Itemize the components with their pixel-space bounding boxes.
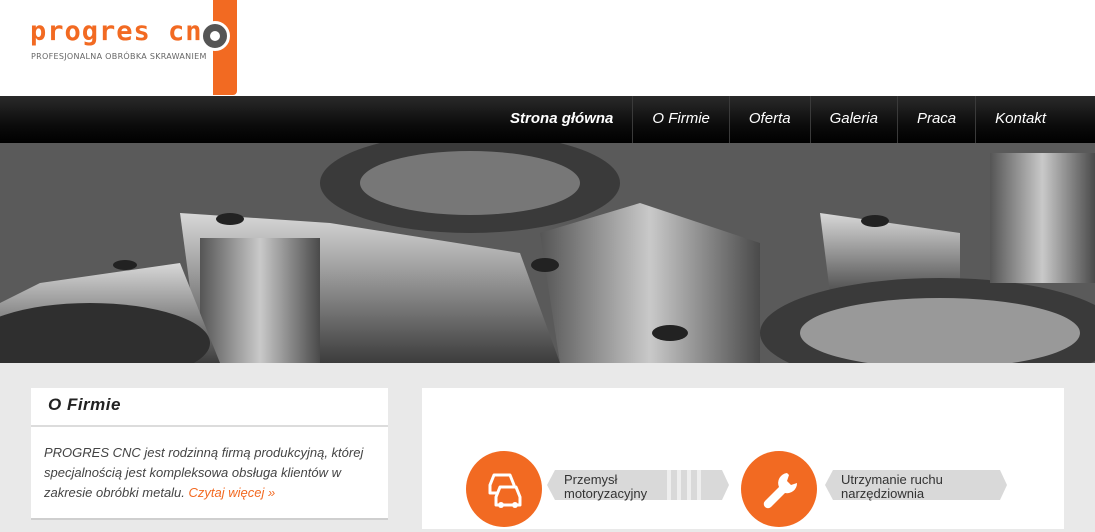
nav-item-contact[interactable]: Kontakt [975,96,1065,143]
read-more-link[interactable]: Czytaj więcej » [189,485,276,500]
divider [31,425,388,427]
nav-item-jobs[interactable]: Praca [896,96,975,143]
services-panel: Przemysł motoryzacyjny Utrzymanie ruchu … [422,388,1064,529]
service-maintenance-label-line2: narzędziownia [841,486,925,501]
main-nav: Strona główna O Firmie Oferta Galeria Pr… [0,96,1095,143]
cars-icon [488,473,522,508]
logo-tagline: PROFESJONALNA OBRÓBKA SKRAWANIEM [31,52,207,61]
service-automotive-label[interactable]: Przemysł motoryzacyjny [564,473,647,501]
wrench-icon [763,473,798,509]
nav-item-about[interactable]: O Firmie [632,96,729,143]
logo-wordmark: progres cnc [30,16,220,47]
service-maintenance-label[interactable]: Utrzymanie ruchu narzędziownia [841,473,943,501]
site-header: progres cnc PROFESJONALNA OBRÓBKA SKRAWA… [0,0,1095,96]
nav-item-offer[interactable]: Oferta [728,96,810,143]
about-text: PROGRES CNC jest rodzinną firmą produkcy… [44,443,379,503]
logo-gear-icon [200,21,230,51]
machined-parts-illustration [0,143,1095,363]
nav-item-home[interactable]: Strona główna [491,96,632,143]
hero-banner-image [0,143,1095,363]
service-automotive-button[interactable] [466,451,542,527]
service-maintenance-label-line1: Utrzymanie ruchu [841,472,943,487]
nav-item-gallery[interactable]: Galeria [809,96,897,143]
about-box: O Firmie PROGRES CNC jest rodzinną firmą… [31,388,388,520]
service-automotive-label-line1: Przemysł [564,472,618,487]
service-maintenance-button[interactable] [741,451,817,527]
site-logo[interactable]: progres cnc PROFESJONALNA OBRÓBKA SKRAWA… [28,0,243,96]
about-title: O Firmie [48,395,121,414]
service-automotive-label-line2: motoryzacyjny [564,486,648,501]
